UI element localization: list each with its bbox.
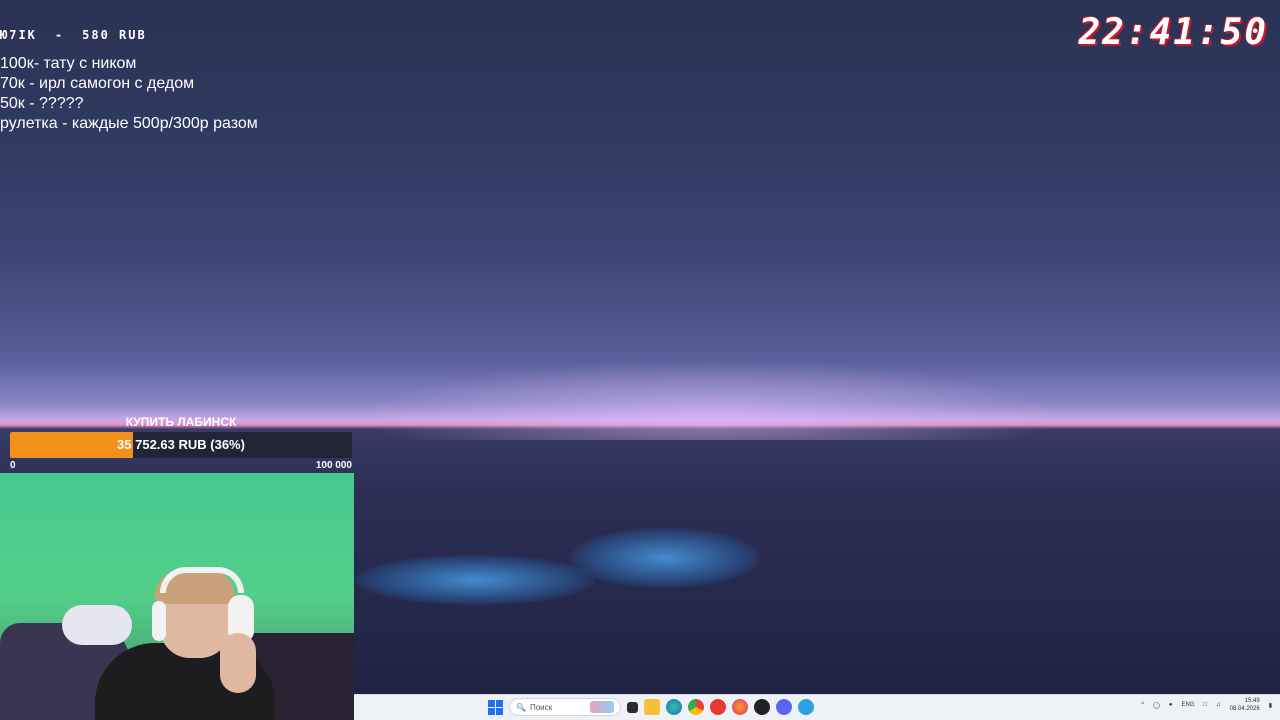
system-tray: ^ ◯ ● ENG □ ♫ 15:49 08.04.2026 ▮ <box>1141 697 1272 713</box>
search-placeholder: Поиск <box>529 702 553 712</box>
goal-title: КУПИТЬ ЛАБИНСК <box>125 415 237 429</box>
yandex-icon[interactable] <box>710 699 726 715</box>
windows-start-icon[interactable] <box>488 699 503 715</box>
donor-separator: - <box>54 28 65 42</box>
taskbar-date: 08.04.2026 <box>1229 706 1260 712</box>
stream-clock: 22:41:50 <box>1078 12 1268 53</box>
donor-amount: 580 RUB <box>82 28 147 42</box>
task-view-icon[interactable] <box>627 701 638 713</box>
goal-item: 100к- тату с ником <box>0 55 137 72</box>
goal-progress-bar: 35 752.63 RUB (36%) <box>10 432 352 458</box>
taskbar-apps: 🔍 Поиск <box>488 698 814 716</box>
pillow <box>62 605 132 645</box>
taskbar-time: 15:49 <box>1244 698 1260 704</box>
wifi-icon[interactable]: ◯ <box>1153 702 1160 709</box>
goal-scale: 0 100 000 <box>10 460 352 471</box>
discord-icon[interactable] <box>776 699 792 715</box>
language-indicator[interactable]: ENG <box>1182 702 1195 708</box>
firefox-icon[interactable] <box>732 699 748 715</box>
telegram-icon[interactable] <box>798 699 814 715</box>
headphones-band <box>160 567 244 593</box>
search-icon: 🔍 <box>516 702 526 712</box>
headphones-left <box>152 601 166 641</box>
network-icon[interactable]: □ <box>1204 702 1208 708</box>
goals-list: 100к- тату с ником 70к - ирл самогон с д… <box>0 54 258 134</box>
webcam-feed <box>0 473 354 720</box>
horizon-glow <box>360 360 1060 440</box>
search-highlight-icon <box>590 701 614 713</box>
wave-foam <box>355 555 595 605</box>
taskbar-search[interactable]: 🔍 Поиск <box>509 698 621 716</box>
goal-progress-text: 35 752.63 RUB (36%) <box>117 437 245 452</box>
goal-min-label: 0 <box>10 460 16 471</box>
goal-item: рулетка - каждые 500р/300р разом <box>0 115 258 132</box>
goal-item: 70к - ирл самогон с дедом <box>0 75 195 92</box>
last-donation: Ю7IK - 580 RUB <box>0 28 147 42</box>
donation-goal-widget: КУПИТЬ ЛАБИНСК 35 752.63 RUB (36%) 0 100… <box>10 415 352 471</box>
file-explorer-icon[interactable] <box>644 699 660 715</box>
goal-item: 50к - ????? <box>0 95 84 112</box>
microphone-icon[interactable]: ● <box>1169 702 1173 708</box>
obs-icon[interactable] <box>754 699 770 715</box>
taskbar-clock[interactable]: 15:49 08.04.2026 <box>1230 697 1260 713</box>
taskbar: 🔍 Поиск ^ ◯ ● ENG □ ♫ 15:49 08.04.2026 ▮ <box>354 694 1280 720</box>
wave-foam <box>570 528 760 588</box>
edge-icon[interactable] <box>666 699 682 715</box>
goal-max-label: 100 000 <box>315 460 352 471</box>
streamer-hand <box>220 633 256 693</box>
chevron-up-icon[interactable]: ^ <box>1141 702 1144 708</box>
donor-name: Ю7IK <box>0 28 37 42</box>
volume-icon[interactable]: ♫ <box>1216 702 1221 708</box>
chrome-icon[interactable] <box>688 699 704 715</box>
notification-icon[interactable]: ▮ <box>1269 702 1272 709</box>
